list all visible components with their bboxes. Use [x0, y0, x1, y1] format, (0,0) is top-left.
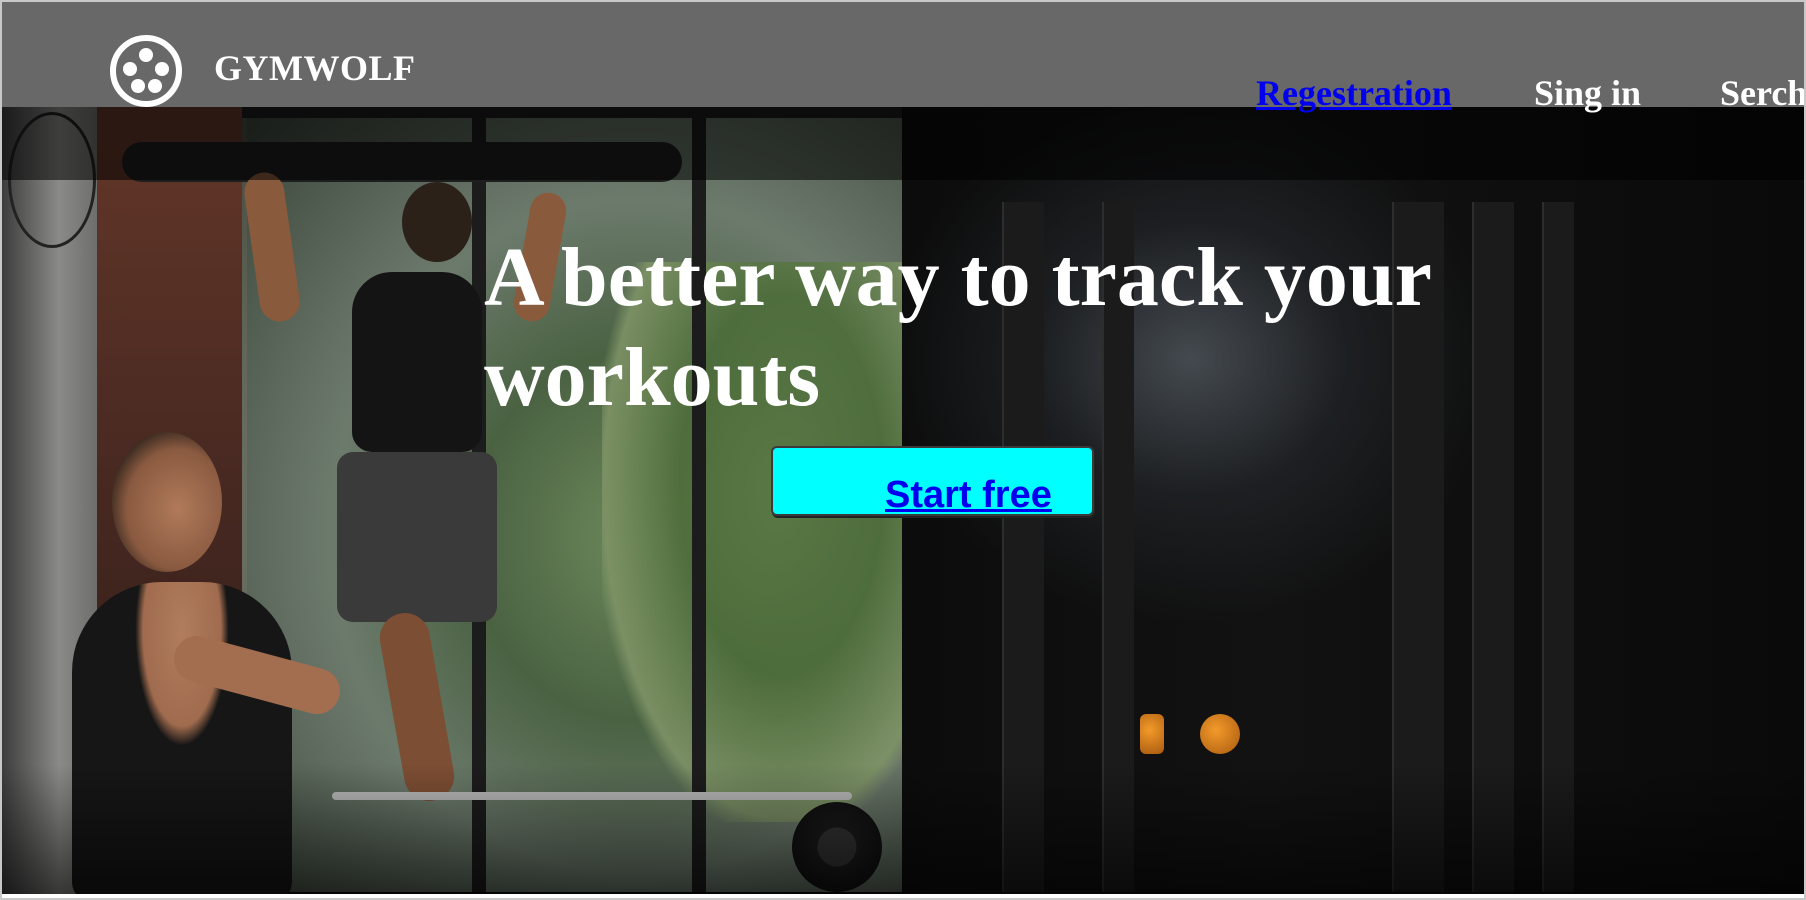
hero-headline: A better way to track your workouts	[484, 231, 1431, 424]
nav-link-search[interactable]: Serch	[1720, 72, 1806, 114]
woman-head	[112, 432, 222, 572]
man-shorts	[337, 452, 497, 622]
nav-link-sign-in[interactable]: Sing in	[1534, 72, 1641, 114]
brand-name[interactable]: GYMWOLF	[214, 47, 415, 89]
weight-pin-knob	[1200, 714, 1240, 754]
man-torso	[352, 272, 482, 452]
start-free-button[interactable]: Start free	[771, 446, 1094, 516]
nav-overlay-band	[2, 106, 1804, 180]
landing-page: GYMWOLF Regestration Sing in Serch A bet…	[0, 0, 1806, 900]
floor-shadow	[2, 764, 1804, 894]
weight-pin-knob	[1140, 714, 1164, 754]
start-free-link[interactable]: Start free	[885, 474, 1052, 517]
man-head	[402, 182, 472, 262]
wolf-paw-badge-icon[interactable]	[108, 33, 184, 109]
nav-link-registration[interactable]: Regestration	[1256, 72, 1452, 114]
